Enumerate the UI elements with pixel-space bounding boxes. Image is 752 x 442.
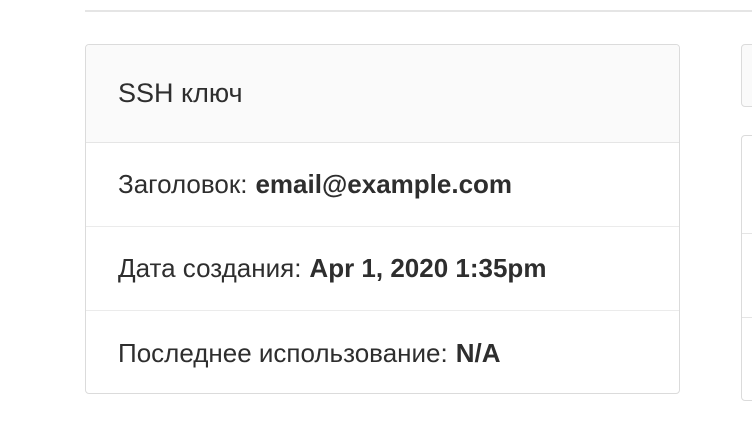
last-used-value: N/A	[455, 337, 501, 368]
top-divider	[85, 10, 752, 12]
side-card-header-partial	[741, 44, 752, 107]
side-card-divider	[742, 233, 752, 234]
title-value: email@example.com	[255, 169, 513, 199]
side-card-body-partial	[741, 135, 752, 401]
row-last-used: Последнее использование: N/A	[86, 311, 679, 393]
ssh-key-card: SSH ключ Заголовок: email@example.com Да…	[85, 44, 680, 394]
title-label: Заголовок:	[118, 169, 248, 199]
last-used-label: Последнее использование:	[118, 337, 448, 368]
created-date-value: Apr 1, 2020 1:35pm	[309, 253, 547, 283]
card-header: SSH ключ	[86, 45, 679, 143]
row-title: Заголовок: email@example.com	[86, 143, 679, 227]
side-card-divider	[742, 317, 752, 318]
row-created-date: Дата создания: Apr 1, 2020 1:35pm	[86, 227, 679, 311]
card-title: SSH ключ	[118, 78, 243, 108]
created-date-label: Дата создания:	[118, 253, 302, 283]
